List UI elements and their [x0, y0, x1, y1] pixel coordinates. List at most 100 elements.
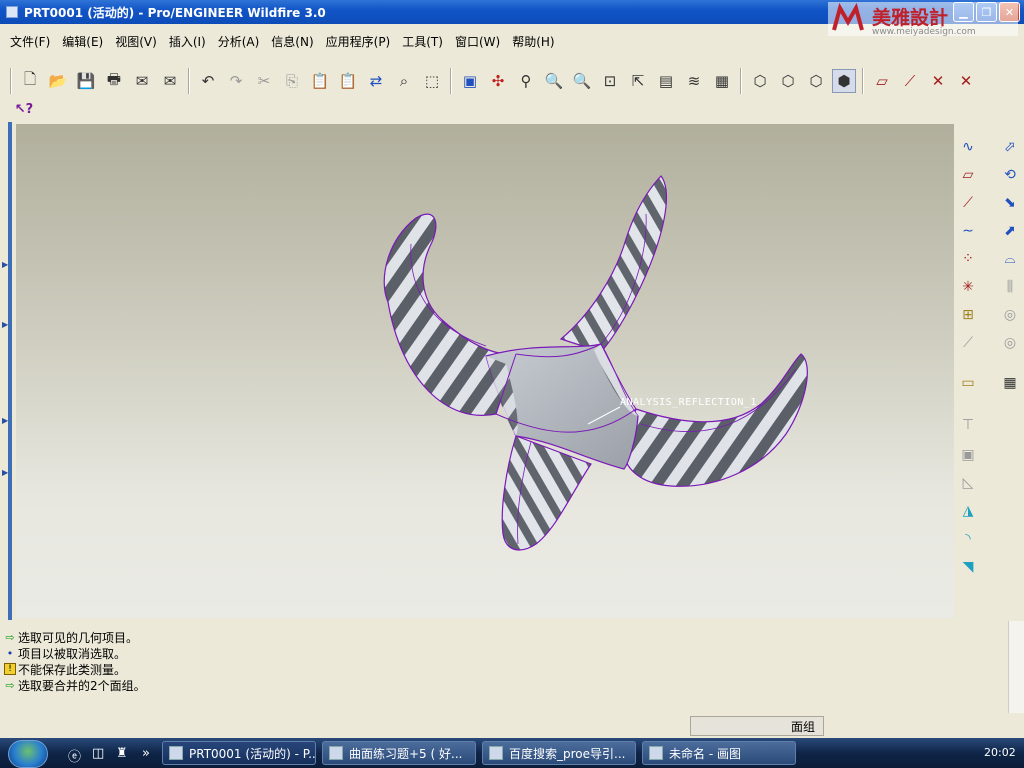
menu-edit[interactable]: 编辑(E) — [56, 33, 109, 50]
message-scrollbar[interactable] — [1008, 621, 1024, 713]
message-text: 选取可见的几何项目。 — [18, 630, 139, 645]
watermark-text: 美雅設計 — [872, 6, 948, 29]
orient-icon[interactable]: ⚲ — [514, 69, 538, 93]
sketch-icon[interactable]: ∿ — [956, 136, 980, 158]
trim-icon[interactable]: ⟋ — [956, 332, 980, 354]
task-browser-2[interactable]: 百度搜索_proe导引... — [482, 741, 636, 765]
expand-arrow-icon[interactable]: ▶ — [2, 468, 8, 477]
find-icon[interactable]: ⌕ — [392, 69, 416, 93]
task-proe[interactable]: PRT0001 (活动的) - P... — [162, 741, 316, 765]
datum-axes-icon[interactable]: ⟋ — [898, 69, 922, 93]
hidden-line-icon[interactable]: ⬡ — [776, 69, 800, 93]
blend-icon[interactable]: ⬈ — [998, 220, 1022, 242]
datum-points-icon[interactable]: ✕ — [926, 69, 950, 93]
task-paint[interactable]: 未命名 - 画图 — [642, 741, 796, 765]
open-folder-icon[interactable]: 📂 — [46, 69, 70, 93]
boundary-blend-icon[interactable]: ⌓ — [998, 248, 1022, 270]
datum-point-icon[interactable]: ⁘ — [956, 248, 980, 270]
expand-arrow-icon[interactable]: ▶ — [2, 320, 8, 329]
watermark-url: www.meiyadesign.com — [872, 27, 976, 37]
annotation-icon[interactable]: ▭ — [956, 372, 980, 394]
mirror-icon[interactable]: ⫼ — [998, 276, 1022, 298]
sweep-icon[interactable]: ⬊ — [998, 192, 1022, 214]
menu-window[interactable]: 窗口(W) — [449, 33, 506, 50]
menu-view[interactable]: 视图(V) — [109, 33, 163, 50]
task-label: 百度搜索_proe导引... — [509, 746, 626, 761]
ie-icon[interactable]: ⓔ — [68, 746, 84, 765]
print-icon[interactable]: 🖶 — [102, 69, 126, 93]
arrow-icon: ⇨ — [5, 630, 15, 644]
wireframe-icon[interactable]: ⬡ — [748, 69, 772, 93]
pattern-icon[interactable]: ▦ — [998, 372, 1022, 394]
refit-icon[interactable]: ⊡ — [598, 69, 622, 93]
quicklaunch-icon[interactable]: ♜ — [116, 746, 132, 762]
selection-filter[interactable]: 面组 — [690, 716, 824, 736]
toolbar-separator — [740, 68, 742, 94]
layers-icon[interactable]: ≋ — [682, 69, 706, 93]
revolve-icon[interactable]: ⟲ — [998, 164, 1022, 186]
menu-tools[interactable]: 工具(T) — [396, 33, 449, 50]
system-clock[interactable]: 20:02 — [984, 746, 1016, 759]
draft-icon[interactable]: ◮ — [956, 500, 980, 522]
menu-applications[interactable]: 应用程序(P) — [320, 33, 397, 50]
navigator-toggle-strip[interactable]: ▶ ▶ ▶ ▶ — [0, 122, 16, 620]
rib-icon[interactable]: ◺ — [956, 472, 980, 494]
datum-planes-icon[interactable]: ▱ — [870, 69, 894, 93]
chamfer-icon[interactable]: ◥ — [956, 556, 980, 578]
shading-icon[interactable]: ⬢ — [832, 69, 856, 93]
extrude-icon[interactable]: ⬀ — [998, 136, 1022, 158]
analysis-feature-icon[interactable]: ⊞ — [956, 304, 980, 326]
hole-icon[interactable]: ⊤ — [956, 414, 980, 436]
undo-icon[interactable]: ↶ — [196, 69, 220, 93]
arrow-icon: ⇨ — [5, 678, 15, 692]
cut-icon[interactable]: ✂ — [252, 69, 276, 93]
redo-icon[interactable]: ↷ — [224, 69, 248, 93]
shell-icon[interactable]: ▣ — [956, 444, 980, 466]
save-icon[interactable]: 💾 — [74, 69, 98, 93]
regenerate-icon[interactable]: ⇄ — [364, 69, 388, 93]
menu-info[interactable]: 信息(N) — [265, 33, 319, 50]
graphics-window[interactable]: ANALYSIS_REFLECTION_1 — [16, 124, 954, 618]
new-file-icon[interactable]: 🗋 — [18, 69, 42, 93]
expand-arrow-icon[interactable]: ▶ — [2, 416, 8, 425]
start-button[interactable] — [8, 740, 48, 768]
message-line: ! 不能保存此类测量。 — [4, 661, 1008, 677]
intersect-icon[interactable]: ◎ — [998, 332, 1022, 354]
paste-special-icon[interactable]: 📋 — [336, 69, 360, 93]
datum-curve-icon[interactable]: ∼ — [956, 220, 980, 242]
analysis-annotation-label[interactable]: ANALYSIS_REFLECTION_1 — [620, 397, 757, 408]
spin-center-icon[interactable]: ✣ — [486, 69, 510, 93]
task-label: 曲面练习题+5 ( 好... — [349, 746, 463, 761]
menu-file[interactable]: 文件(F) — [4, 33, 56, 50]
paste-icon[interactable]: 📋 — [308, 69, 332, 93]
quicklaunch-more[interactable]: » — [142, 746, 158, 762]
datum-axis-icon[interactable]: ⟋ — [956, 192, 980, 214]
whats-this-icon[interactable]: ↖? — [12, 97, 36, 121]
coordinate-system-icon[interactable]: ✳ — [956, 276, 980, 298]
zoom-in-icon[interactable]: 🔍 — [542, 69, 566, 93]
starfish-surface-model[interactable] — [16, 124, 954, 618]
saved-views-icon[interactable]: ▤ — [654, 69, 678, 93]
view-manager-icon[interactable]: ▦ — [710, 69, 734, 93]
round-icon[interactable]: ◝ — [956, 528, 980, 550]
merge-icon[interactable]: ◎ — [998, 304, 1022, 326]
redraw-icon[interactable]: ▣ — [458, 69, 482, 93]
coord-sys-icon[interactable]: ✕ — [954, 69, 978, 93]
message-line: ⇨ 选取可见的几何项目。 — [4, 629, 1008, 645]
copy-icon[interactable]: ⎘ — [280, 69, 304, 93]
task-browser-1[interactable]: 曲面练习题+5 ( 好... — [322, 741, 476, 765]
zoom-out-icon[interactable]: 🔍 — [570, 69, 594, 93]
no-hidden-icon[interactable]: ⬡ — [804, 69, 828, 93]
email-link-icon[interactable]: ✉ — [158, 69, 182, 93]
expand-arrow-icon[interactable]: ▶ — [2, 260, 8, 269]
toolbar-separator — [10, 68, 12, 94]
reorient-icon[interactable]: ⇱ — [626, 69, 650, 93]
datum-plane-icon[interactable]: ▱ — [956, 164, 980, 186]
select-box-icon[interactable]: ⬚ — [420, 69, 444, 93]
menu-insert[interactable]: 插入(I) — [163, 33, 212, 50]
menu-help[interactable]: 帮助(H) — [506, 33, 560, 50]
menu-analysis[interactable]: 分析(A) — [212, 33, 266, 50]
email-icon[interactable]: ✉ — [130, 69, 154, 93]
explorer-icon[interactable]: ◫ — [92, 746, 108, 762]
main-toolbar: 🗋 📂 💾 🖶 ✉ ✉ ↶ ↷ ✂ ⎘ 📋 📋 ⇄ ⌕ ⬚ ▣ ✣ ⚲ 🔍 🔍 … — [0, 64, 1024, 98]
